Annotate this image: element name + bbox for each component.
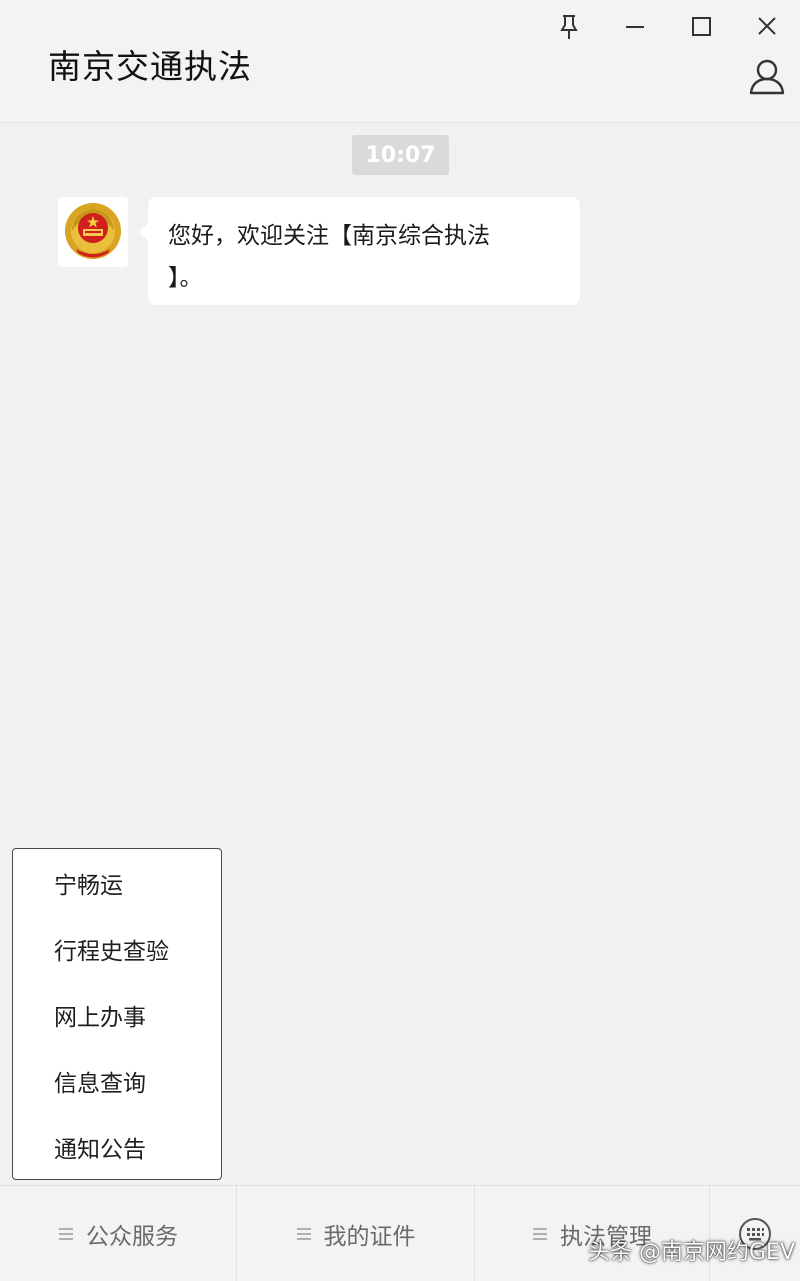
national-emblem-icon	[58, 197, 128, 267]
maximize-icon	[692, 17, 711, 36]
chat-title: 南京交通执法	[48, 47, 252, 86]
close-icon	[758, 17, 776, 35]
menu-item-ningchangyun[interactable]: 宁畅运	[13, 855, 221, 921]
pin-icon	[560, 15, 578, 39]
tab-label: 我的证件	[323, 1223, 416, 1250]
menu-item-notices[interactable]: 通知公告	[13, 1119, 221, 1185]
message-text-line-1: 您好，欢迎关注【南京综合执法	[168, 223, 490, 249]
pin-button[interactable]	[552, 10, 586, 44]
close-button[interactable]	[750, 10, 784, 44]
window-header: 南京交通执法	[0, 0, 800, 123]
tab-public-services[interactable]: 公众服务	[0, 1186, 237, 1281]
bottom-menu-bar: 公众服务 我的证件 执法管理	[0, 1185, 800, 1281]
message-timestamp: 10:07	[352, 135, 449, 175]
user-profile-icon	[749, 59, 785, 95]
menu-item-online-services[interactable]: 网上办事	[13, 987, 221, 1053]
menu-item-trip-history-check[interactable]: 行程史查验	[13, 921, 221, 987]
tab-my-certificates[interactable]: 我的证件	[237, 1186, 475, 1281]
profile-button[interactable]	[746, 56, 788, 98]
tab-label: 公众服务	[86, 1223, 178, 1250]
menu-lines-icon	[296, 1227, 311, 1240]
message-text-line-2: 】。	[168, 265, 203, 291]
menu-lines-icon	[59, 1227, 73, 1240]
message-bubble[interactable]: 您好，欢迎关注【南京综合执法 】。	[139, 197, 580, 305]
menu-lines-icon	[533, 1227, 547, 1240]
watermark-text: 头条 @南京网约GEV	[588, 1240, 795, 1265]
menu-item-info-query[interactable]: 信息查询	[13, 1053, 221, 1119]
minimize-icon	[626, 26, 644, 28]
official-account-avatar[interactable]	[58, 197, 128, 267]
maximize-button[interactable]	[684, 10, 718, 44]
minimize-button[interactable]	[618, 10, 652, 44]
submenu-popup: 宁畅运 行程史查验 网上办事 信息查询 通知公告	[12, 848, 222, 1180]
